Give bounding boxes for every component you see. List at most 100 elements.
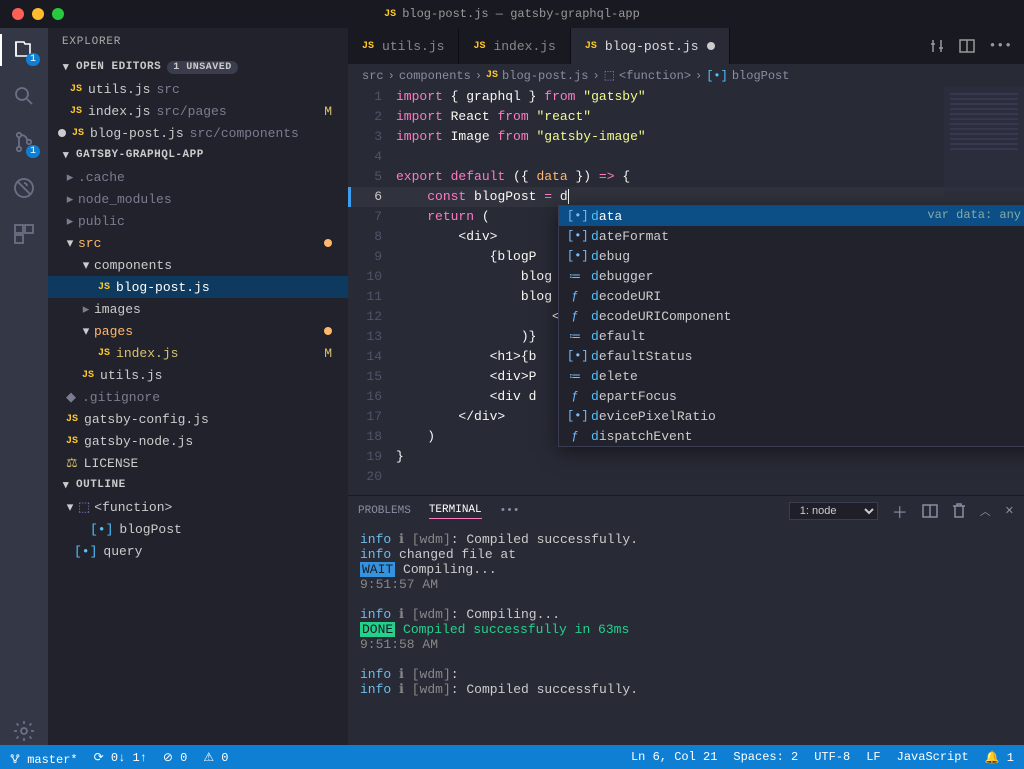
folder-row[interactable]: ▾components [48, 254, 348, 276]
git-dirty-dot-icon [324, 327, 332, 335]
more-actions-icon[interactable]: ••• [989, 38, 1012, 54]
source-control-icon[interactable]: 1 [10, 128, 38, 156]
status-warnings[interactable]: ⚠ 0 [203, 750, 228, 765]
close-panel-icon[interactable]: ✕ [1005, 504, 1014, 518]
minimize-window[interactable] [32, 8, 44, 20]
symbol-keyword-icon: ≔ [567, 269, 583, 284]
split-editor-icon[interactable] [959, 38, 975, 54]
js-file-icon: JS [66, 436, 78, 447]
tab-blog-post[interactable]: JSblog-post.js [571, 28, 730, 64]
eol[interactable]: LF [866, 750, 880, 765]
notifications-bell-icon[interactable]: 🔔 1 [985, 750, 1014, 765]
close-window[interactable] [12, 8, 24, 20]
folder-row[interactable]: ▸.cache [48, 166, 348, 188]
folder-row[interactable]: ▾pages [48, 320, 348, 342]
license-file-icon: ⚖ [66, 456, 78, 471]
folder-row[interactable]: ▸node_modules [48, 188, 348, 210]
outline-item[interactable]: [•]blogPost [48, 518, 348, 540]
terminal-selector[interactable]: 1: node [789, 502, 878, 520]
kill-terminal-icon[interactable] [952, 503, 966, 519]
tab-index[interactable]: JSindex.js [459, 28, 570, 64]
indent-setting[interactable]: Spaces: 2 [733, 750, 798, 765]
maximize-panel-icon[interactable]: ︿ [980, 503, 991, 519]
breadcrumb[interactable]: src› components› JSblog-post.js› ⬚<funct… [348, 64, 1024, 87]
settings-gear-icon[interactable] [10, 717, 38, 745]
suggestion-item[interactable]: [•]defaultStatus [559, 346, 1024, 366]
js-file-icon: JS [70, 106, 82, 117]
search-icon[interactable] [10, 82, 38, 110]
symbol-variable-icon: [•] [74, 544, 97, 559]
js-file-icon: JS [98, 348, 110, 359]
folder-row[interactable]: ▾src [48, 232, 348, 254]
suggestion-item[interactable]: ≔delete [559, 366, 1024, 386]
suggestion-item[interactable]: ƒdepartFocus [559, 386, 1024, 406]
git-branch[interactable]: 🜉 master* [10, 745, 78, 769]
outline-item[interactable]: ▾⬚<function> [48, 496, 348, 518]
editor-area: JSutils.js JSindex.js JSblog-post.js •••… [348, 28, 1024, 745]
encoding[interactable]: UTF-8 [814, 750, 850, 765]
symbol-function-icon: ƒ [567, 309, 583, 323]
symbol-variable-icon: [•] [567, 229, 583, 243]
file-row[interactable]: ⚖LICENSE [48, 452, 348, 474]
suggestion-item[interactable]: ƒdispatchEvent [559, 426, 1024, 446]
terminal-output[interactable]: info ℹ [wdm]: Compiled successfully. inf… [348, 526, 1024, 745]
file-row[interactable]: JSgatsby-node.js [48, 430, 348, 452]
suggestion-item[interactable]: ≔default [559, 326, 1024, 346]
maximize-window[interactable] [52, 8, 64, 20]
open-editor-item[interactable]: JS blog-post.js src/components [48, 122, 348, 144]
compare-changes-icon[interactable] [929, 38, 945, 54]
new-terminal-icon[interactable]: ＋ [892, 499, 908, 523]
panel-more-icon[interactable]: ••• [500, 505, 520, 517]
status-errors[interactable]: ⊘ 0 [163, 750, 187, 765]
panel-tab-problems[interactable]: PROBLEMS [358, 505, 411, 517]
open-editor-item[interactable]: JS utils.js src [48, 78, 348, 100]
js-file-icon: JS [585, 41, 597, 52]
panel: PROBLEMS TERMINAL ••• 1: node ＋ ︿ ✕ info… [348, 495, 1024, 745]
traffic-lights [12, 8, 64, 20]
open-editor-item[interactable]: JS index.js src/pages M [48, 100, 348, 122]
split-terminal-icon[interactable] [922, 503, 938, 519]
project-header[interactable]: ▾ GATSBY-GRAPHQL-APP [48, 144, 348, 166]
open-editors-header[interactable]: ▾ OPEN EDITORS 1 UNSAVED [48, 56, 348, 78]
js-file-icon: JS [72, 128, 84, 139]
sidebar: EXPLORER ▾ OPEN EDITORS 1 UNSAVED JS uti… [48, 28, 348, 745]
unsaved-badge: 1 UNSAVED [167, 61, 238, 74]
code-editor[interactable]: 12345 678910 1112131415 1617181920 impor… [348, 87, 1024, 495]
js-file-icon: JS [473, 41, 485, 52]
outline-header[interactable]: ▾ OUTLINE [48, 474, 348, 496]
explorer-badge: 1 [26, 53, 40, 66]
intellisense-popup[interactable]: var data: anyi [•]data [•]dateFormat [•]… [558, 205, 1024, 447]
symbol-keyword-icon: ≔ [567, 369, 583, 384]
suggestion-item[interactable]: ≔debugger [559, 266, 1024, 286]
modified-indicator: M [324, 104, 332, 119]
folder-row[interactable]: ▸images [48, 298, 348, 320]
file-row[interactable]: JSutils.js [48, 364, 348, 386]
file-row[interactable]: JSindex.jsM [48, 342, 348, 364]
suggestion-item[interactable]: [•]devicePixelRatio [559, 406, 1024, 426]
symbol-variable-icon: [•] [706, 69, 728, 83]
file-row[interactable]: ◆.gitignore [48, 386, 348, 408]
minimap[interactable] [944, 87, 1024, 197]
symbol-variable-icon: [•] [567, 409, 583, 423]
suggestion-item[interactable]: ƒdecodeURIComponent [559, 306, 1024, 326]
chevron-down-icon: ▾ [62, 478, 70, 492]
debug-icon[interactable] [10, 174, 38, 202]
git-sync[interactable]: ⟳ 0↓ 1↑ [94, 750, 147, 765]
suggestion-item[interactable]: [•]dateFormat [559, 226, 1024, 246]
cursor-position[interactable]: Ln 6, Col 21 [631, 750, 717, 765]
panel-tab-terminal[interactable]: TERMINAL [429, 504, 482, 519]
scm-badge: 1 [26, 145, 40, 158]
outline-item[interactable]: [•]query [48, 540, 348, 562]
symbol-variable-icon: [•] [567, 209, 583, 223]
tab-utils[interactable]: JSutils.js [348, 28, 459, 64]
folder-row[interactable]: ▸public [48, 210, 348, 232]
js-file-icon: JS [82, 370, 94, 381]
file-row[interactable]: JSgatsby-config.js [48, 408, 348, 430]
dirty-dot-icon [58, 129, 66, 137]
explorer-icon[interactable]: 1 [10, 36, 38, 64]
file-row[interactable]: JSblog-post.js [48, 276, 348, 298]
extensions-icon[interactable] [10, 220, 38, 248]
language-mode[interactable]: JavaScript [897, 750, 969, 765]
suggestion-item[interactable]: [•]debug [559, 246, 1024, 266]
suggestion-item[interactable]: ƒdecodeURI [559, 286, 1024, 306]
